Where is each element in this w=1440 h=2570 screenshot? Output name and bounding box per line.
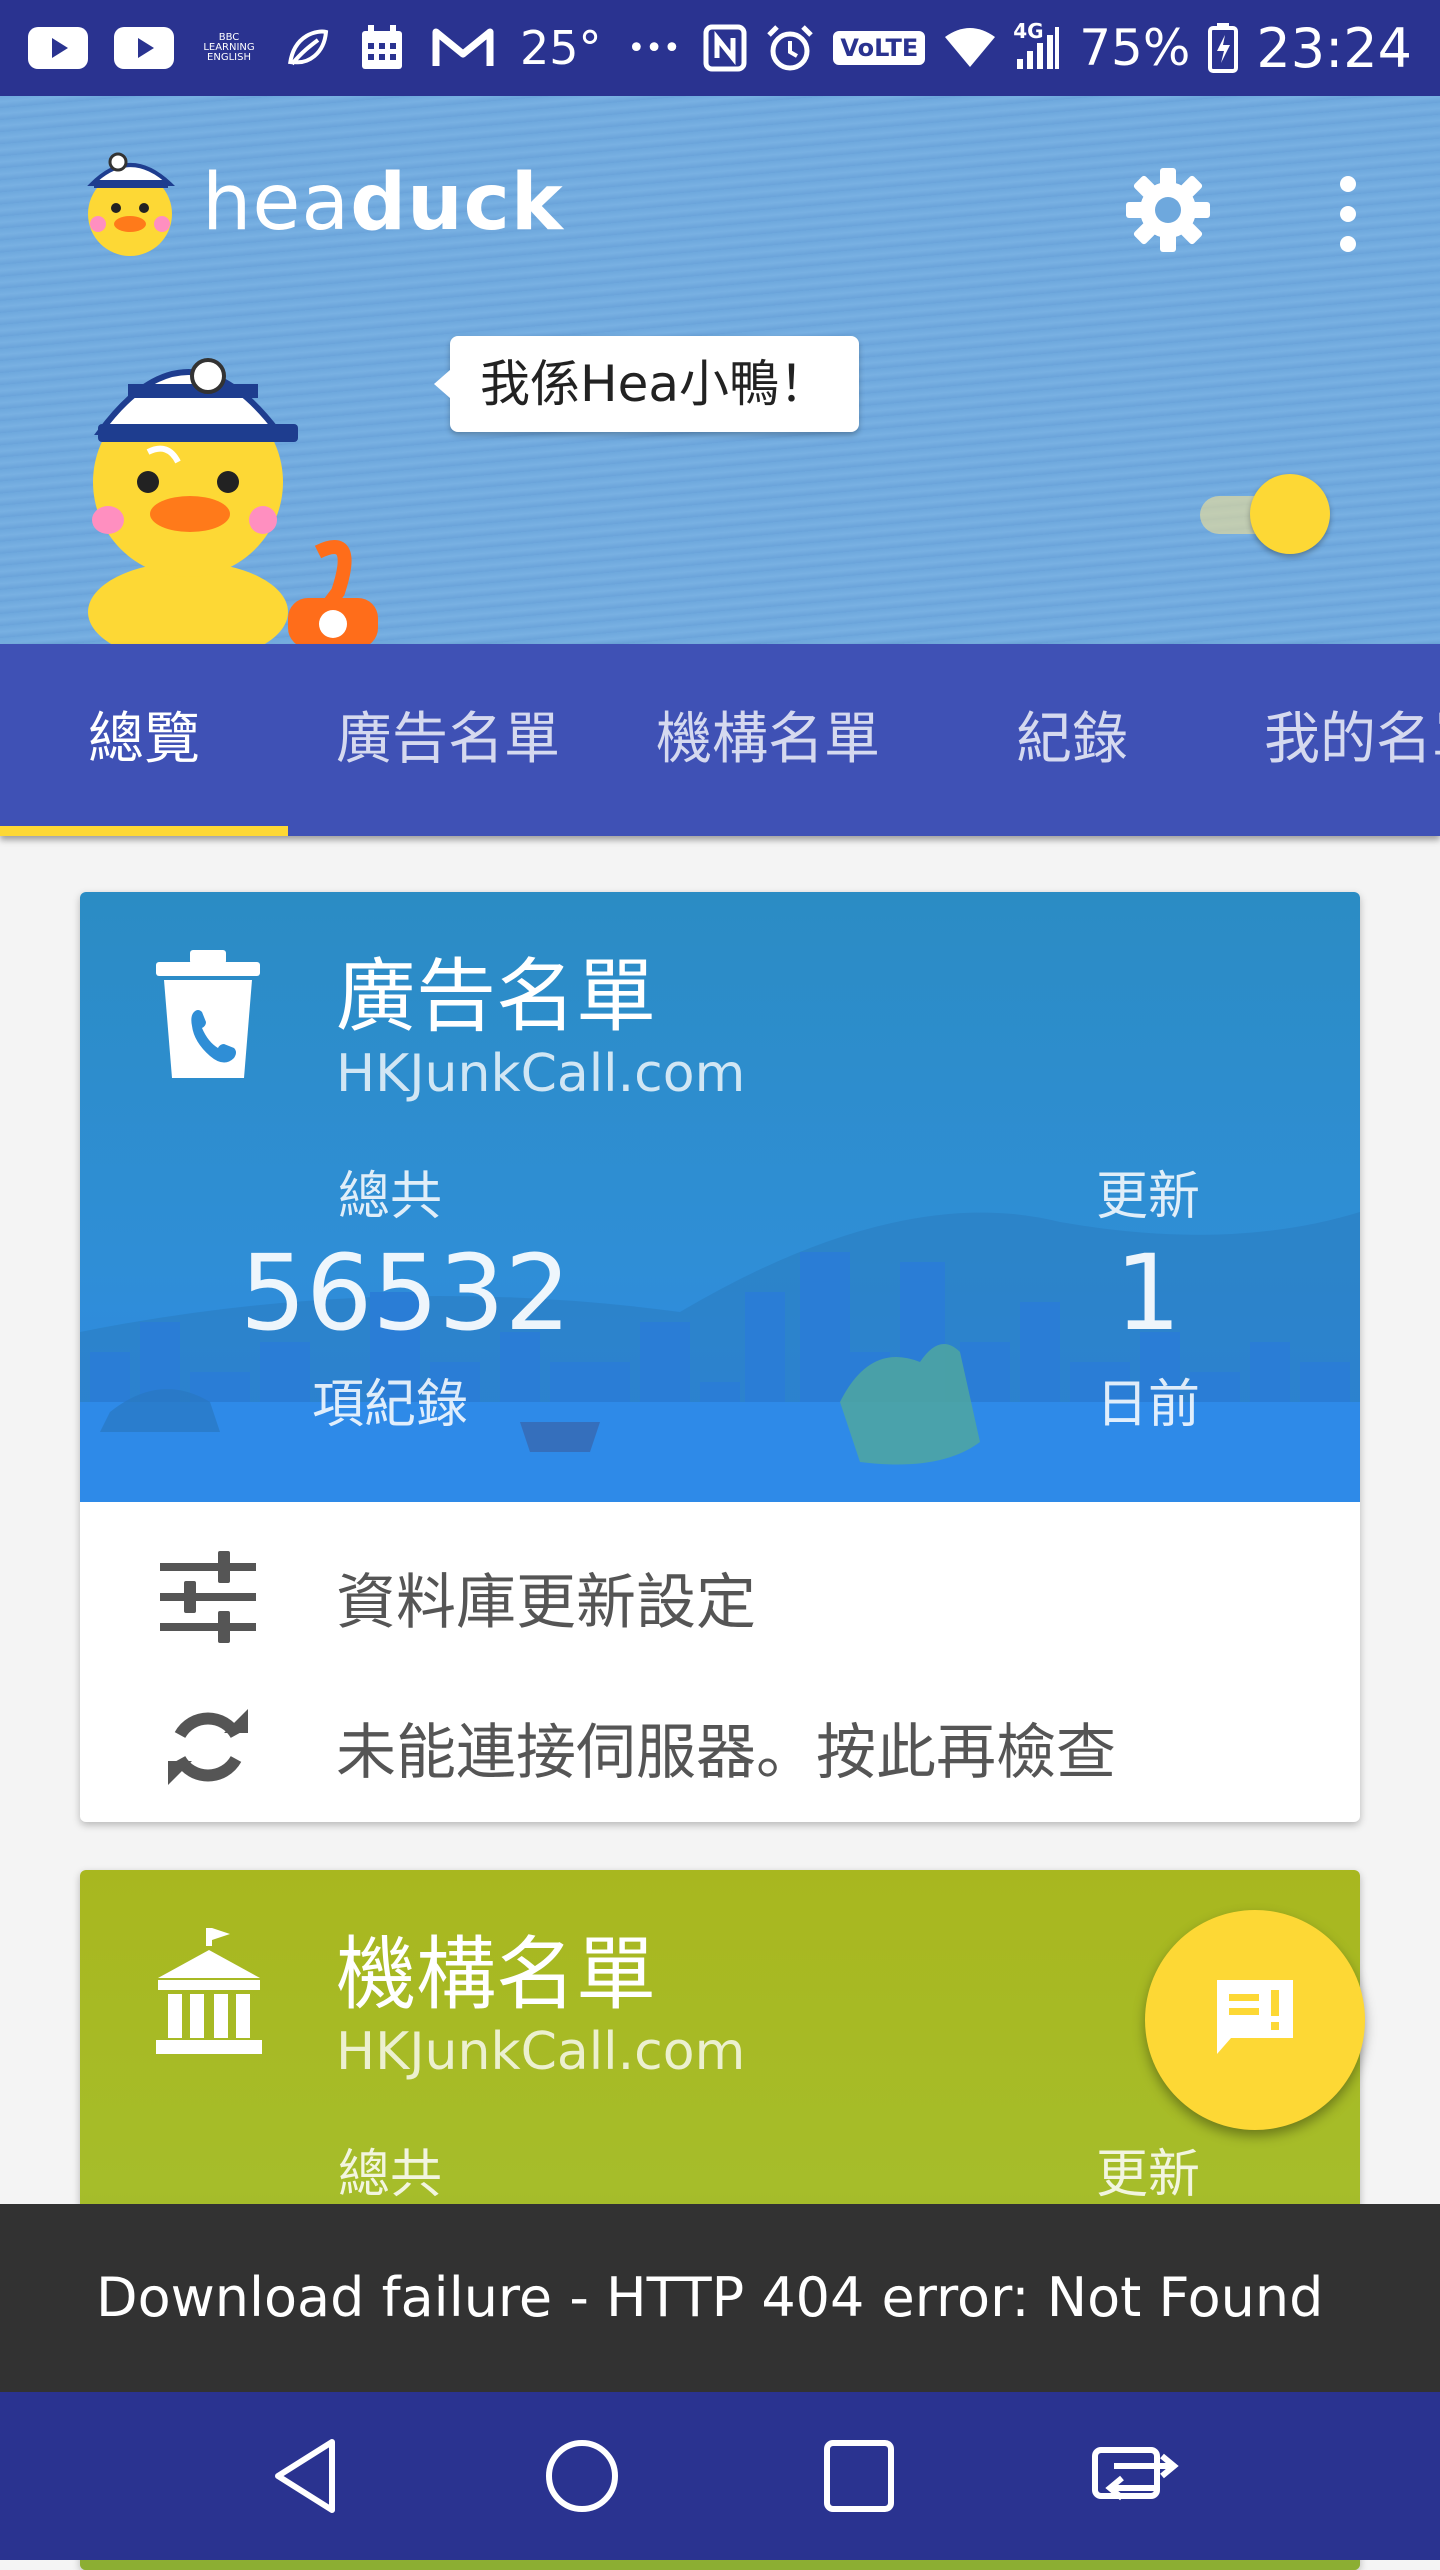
youtube-icon (28, 27, 88, 69)
recent-apps-icon[interactable] (822, 2436, 896, 2520)
clock: 23:24 (1256, 16, 1412, 80)
back-icon[interactable] (270, 2436, 340, 2520)
tab-overview[interactable]: 總覽 (88, 644, 200, 836)
feedback-icon (1213, 1976, 1297, 2064)
nfc-icon (703, 24, 747, 72)
update-label: 更新 (1095, 1167, 1200, 1227)
greeting-bubble: 我係Hea小鴨！ (434, 336, 859, 432)
temperature: 25° (520, 21, 602, 75)
bbc-learning-english-icon: BBC LEARNING ENGLISH (203, 32, 255, 63)
more-notifications-icon: ••• (627, 30, 681, 66)
dual-window-icon[interactable] (1090, 2436, 1180, 2520)
overflow-menu-icon[interactable] (1340, 176, 1358, 266)
brand-light: hea (202, 158, 351, 248)
duck-mascot-icon (78, 332, 388, 644)
tab-organization-list[interactable]: 機構名單 (656, 644, 880, 836)
gmail-icon (432, 26, 494, 70)
status-bar: BBC LEARNING ENGLISH 25° ••• VoLTE 4G 75… (0, 0, 1440, 96)
org-total-label: 總共 (337, 2145, 442, 2205)
wifi-icon (943, 27, 997, 69)
ad-list-source: HKJunkCall.com (336, 1044, 746, 1104)
tab-indicator (0, 826, 288, 836)
youtube-icon (114, 27, 174, 69)
ad-list-title: 廣告名單 (336, 950, 656, 1043)
alarm-icon (765, 23, 815, 73)
refresh-icon (80, 1705, 336, 1789)
ad-list-card[interactable]: 廣告名單 HKJunkCall.com 總共 56532 項紀錄 更新 1 日前… (80, 892, 1360, 1822)
total-label: 總共 (337, 1167, 442, 1227)
database-update-settings-label: 資料庫更新設定 (336, 1567, 756, 1638)
organization-list-source: HKJunkCall.com (336, 2022, 746, 2082)
app-header: headuck 我係Hea小鴨！ (0, 96, 1440, 644)
update-unit: 日前 (1095, 1375, 1200, 1435)
feedback-fab[interactable] (1145, 1910, 1365, 2130)
total-unit: 項紀錄 (311, 1375, 468, 1435)
volte-icon: VoLTE (833, 31, 926, 65)
recheck-server-row[interactable]: 未能連接伺服器。按此再檢查 (80, 1672, 1360, 1822)
duck-logo-icon (80, 142, 180, 264)
home-icon[interactable] (544, 2436, 620, 2520)
error-snackbar: Download failure - HTTP 404 error: Not F… (0, 2204, 1440, 2392)
system-nav-bar (0, 2392, 1440, 2560)
tab-bar: 總覽 廣告名單 機構名單 紀錄 我的名單 (0, 644, 1440, 836)
junk-phone-bin-icon (154, 950, 262, 1084)
brand-bold: duck (350, 158, 564, 248)
organization-list-title: 機構名單 (336, 1928, 656, 2021)
calendar-icon (358, 23, 406, 73)
tab-records[interactable]: 紀錄 (1016, 644, 1128, 836)
database-update-settings-row[interactable]: 資料庫更新設定 (80, 1522, 1360, 1672)
app-brand: headuck (202, 158, 564, 248)
leaf-icon (284, 24, 332, 72)
tab-my-list[interactable]: 我的名單 (1264, 644, 1440, 836)
tab-ad-list[interactable]: 廣告名單 (336, 644, 560, 836)
battery-percent: 75% (1079, 19, 1191, 77)
gear-icon[interactable] (1124, 166, 1212, 258)
institution-icon (154, 1928, 264, 2062)
org-update-label: 更新 (1095, 2145, 1200, 2205)
battery-charging-icon (1208, 23, 1239, 73)
update-days: 1 (1114, 1232, 1182, 1354)
tune-icon (80, 1547, 336, 1647)
recheck-server-label: 未能連接伺服器。按此再檢查 (336, 1717, 1116, 1788)
cell-signal-icon: 4G (1013, 19, 1061, 71)
duck-toggle-switch[interactable] (1250, 474, 1330, 554)
network-type: 4G (1013, 19, 1044, 43)
total-count: 56532 (240, 1232, 571, 1354)
